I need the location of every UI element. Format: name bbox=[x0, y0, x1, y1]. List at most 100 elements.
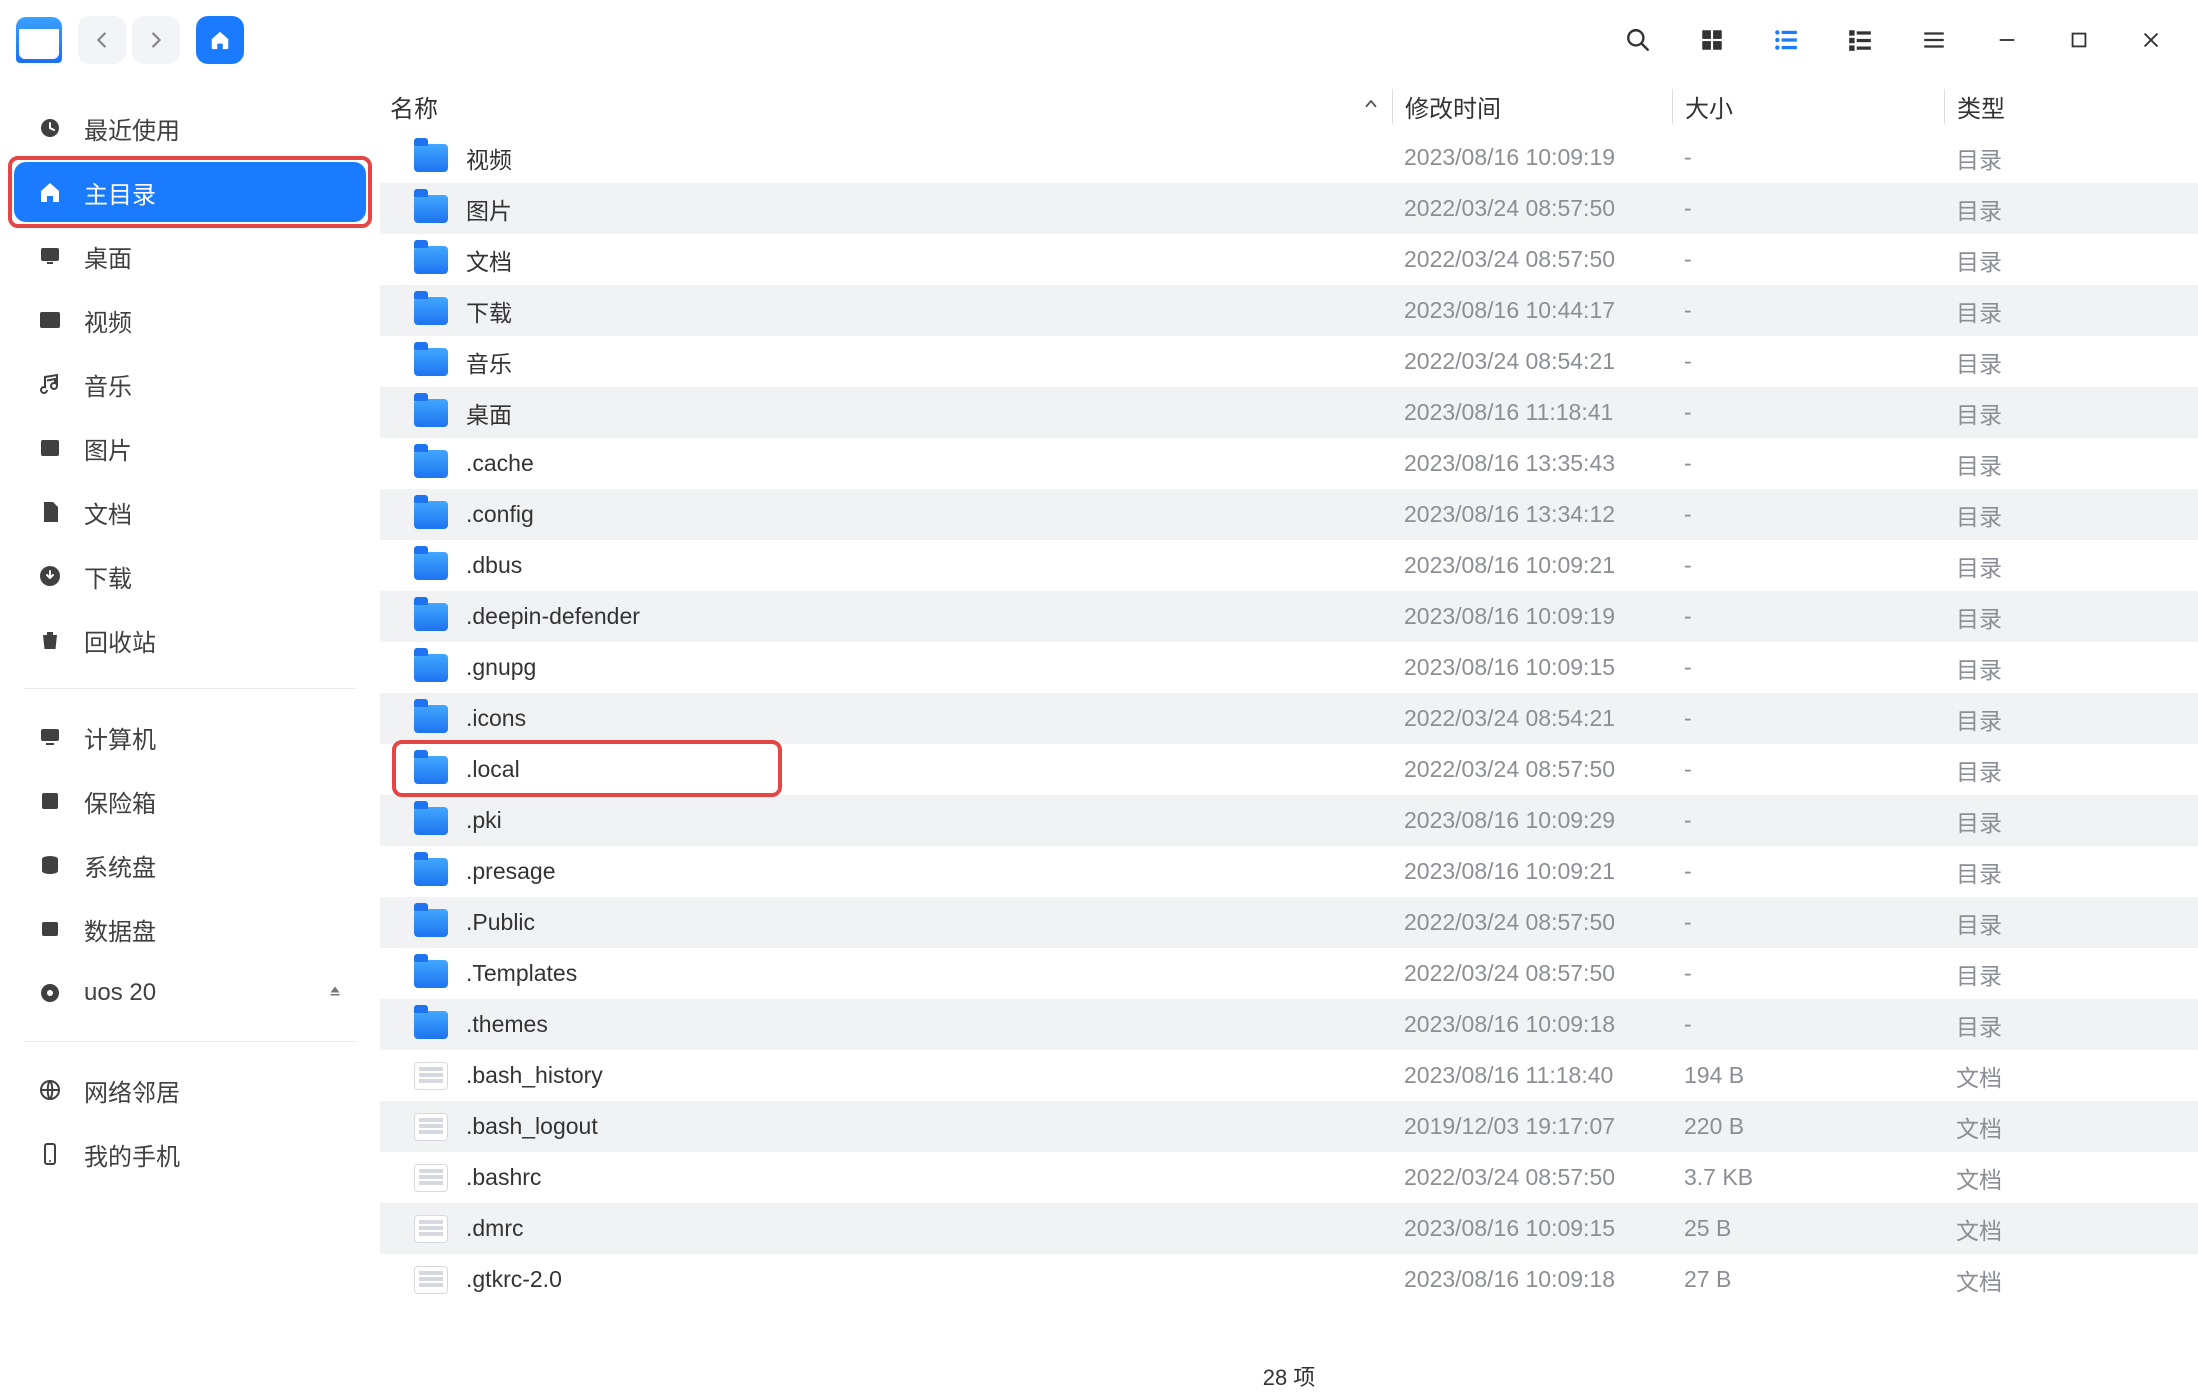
document-icon bbox=[414, 1113, 448, 1141]
sidebar-item[interactable]: 文档 bbox=[14, 482, 366, 542]
sidebar-item[interactable]: 计算机 bbox=[14, 707, 366, 767]
file-row[interactable]: .Public2022/03/24 08:57:50-目录 bbox=[380, 897, 2198, 948]
sidebar-item[interactable]: 视频 bbox=[14, 290, 366, 350]
view-icon-grid-button[interactable] bbox=[1696, 24, 1728, 56]
document-icon bbox=[414, 1266, 448, 1294]
file-row[interactable]: .Templates2022/03/24 08:57:50-目录 bbox=[380, 948, 2198, 999]
view-list-button[interactable] bbox=[1770, 24, 1802, 56]
file-row[interactable]: .dmrc2023/08/16 10:09:1525 B文档 bbox=[380, 1203, 2198, 1254]
file-name: .themes bbox=[466, 1011, 548, 1038]
file-row[interactable]: .bashrc2022/03/24 08:57:503.7 KB文档 bbox=[380, 1152, 2198, 1203]
file-row[interactable]: .pki2023/08/16 10:09:29-目录 bbox=[380, 795, 2198, 846]
sidebar-item[interactable]: 数据盘 bbox=[14, 899, 366, 959]
file-type: 目录 bbox=[1944, 192, 2198, 226]
sidebar-item-icon bbox=[36, 626, 64, 654]
detail-list-icon bbox=[1847, 27, 1873, 53]
file-type: 目录 bbox=[1944, 855, 2198, 889]
file-size: - bbox=[1672, 1011, 1944, 1038]
file-row[interactable]: .presage2023/08/16 10:09:21-目录 bbox=[380, 846, 2198, 897]
column-header-name[interactable]: 名称 bbox=[380, 89, 1392, 124]
file-type: 目录 bbox=[1944, 396, 2198, 430]
file-type: 文档 bbox=[1944, 1059, 2198, 1093]
folder-icon bbox=[414, 246, 448, 274]
sidebar-item[interactable]: 主目录 bbox=[14, 162, 366, 222]
sidebar-item-label: 保险箱 bbox=[84, 784, 156, 819]
file-name: .pki bbox=[466, 807, 502, 834]
file-name: .dbus bbox=[466, 552, 522, 579]
sidebar-item[interactable]: 系统盘 bbox=[14, 835, 366, 895]
file-row[interactable]: .config2023/08/16 13:34:12-目录 bbox=[380, 489, 2198, 540]
sidebar-item-label: 系统盘 bbox=[84, 848, 156, 883]
file-row[interactable]: .local2022/03/24 08:57:50-目录 bbox=[380, 744, 2198, 795]
sidebar-divider bbox=[24, 1041, 356, 1042]
file-row[interactable]: .gtkrc-2.02023/08/16 10:09:1827 B文档 bbox=[380, 1254, 2198, 1305]
window-minimize-button[interactable] bbox=[1992, 25, 2022, 55]
sidebar-item-icon bbox=[36, 370, 64, 398]
home-icon bbox=[209, 29, 231, 51]
chevron-right-icon bbox=[145, 29, 167, 51]
file-row[interactable]: 文档2022/03/24 08:57:50-目录 bbox=[380, 234, 2198, 285]
file-row[interactable]: .dbus2023/08/16 10:09:21-目录 bbox=[380, 540, 2198, 591]
file-size: - bbox=[1672, 501, 1944, 528]
file-row[interactable]: .themes2023/08/16 10:09:18-目录 bbox=[380, 999, 2198, 1050]
sidebar-item[interactable]: 下载 bbox=[14, 546, 366, 606]
file-panel: 名称 修改时间 大小 类型 视频2023/08/16 10:09:19-目录图片… bbox=[380, 80, 2198, 1400]
file-mtime: 2022/03/24 08:57:50 bbox=[1392, 195, 1672, 222]
column-header-type[interactable]: 类型 bbox=[1944, 89, 2198, 124]
file-size: - bbox=[1672, 450, 1944, 477]
file-name: .gnupg bbox=[466, 654, 536, 681]
file-type: 目录 bbox=[1944, 447, 2198, 481]
file-size: - bbox=[1672, 552, 1944, 579]
column-header-size[interactable]: 大小 bbox=[1672, 89, 1944, 124]
sidebar-item[interactable]: 保险箱 bbox=[14, 771, 366, 831]
view-detail-button[interactable] bbox=[1844, 24, 1876, 56]
file-size: - bbox=[1672, 195, 1944, 222]
file-size: - bbox=[1672, 297, 1944, 324]
file-name: 视频 bbox=[466, 141, 512, 175]
file-name: .icons bbox=[466, 705, 526, 732]
file-row[interactable]: .deepin-defender2023/08/16 10:09:19-目录 bbox=[380, 591, 2198, 642]
file-row[interactable]: 桌面2023/08/16 11:18:41-目录 bbox=[380, 387, 2198, 438]
column-header-name-label: 名称 bbox=[390, 89, 438, 124]
sidebar-item[interactable]: 我的手机 bbox=[14, 1124, 366, 1184]
folder-icon bbox=[414, 858, 448, 886]
chevron-left-icon bbox=[91, 29, 113, 51]
column-header-mtime[interactable]: 修改时间 bbox=[1392, 89, 1672, 124]
nav-home-button[interactable] bbox=[196, 16, 244, 64]
file-row[interactable]: 图片2022/03/24 08:57:50-目录 bbox=[380, 183, 2198, 234]
window-maximize-button[interactable] bbox=[2064, 25, 2094, 55]
hamburger-menu-button[interactable] bbox=[1918, 24, 1950, 56]
file-row[interactable]: 视频2023/08/16 10:09:19-目录 bbox=[380, 132, 2198, 183]
file-row[interactable]: .bash_history2023/08/16 11:18:40194 B文档 bbox=[380, 1050, 2198, 1101]
nav-forward-button[interactable] bbox=[132, 16, 180, 64]
sidebar-item[interactable]: 图片 bbox=[14, 418, 366, 478]
file-row[interactable]: .gnupg2023/08/16 10:09:15-目录 bbox=[380, 642, 2198, 693]
file-row[interactable]: 音乐2022/03/24 08:54:21-目录 bbox=[380, 336, 2198, 387]
file-size: - bbox=[1672, 348, 1944, 375]
sidebar-item[interactable]: 音乐 bbox=[14, 354, 366, 414]
sidebar-item[interactable]: uos 20 bbox=[14, 963, 366, 1023]
search-button[interactable] bbox=[1622, 24, 1654, 56]
file-size: - bbox=[1672, 960, 1944, 987]
sidebar: 最近使用主目录桌面视频音乐图片文档下载回收站计算机保险箱系统盘数据盘uos 20… bbox=[0, 80, 380, 1400]
file-type: 文档 bbox=[1944, 1212, 2198, 1246]
sidebar-item[interactable]: 回收站 bbox=[14, 610, 366, 670]
file-row[interactable]: .icons2022/03/24 08:54:21-目录 bbox=[380, 693, 2198, 744]
file-row[interactable]: .bash_logout2019/12/03 19:17:07220 B文档 bbox=[380, 1101, 2198, 1152]
sidebar-item-label: 网络邻居 bbox=[84, 1073, 180, 1108]
file-mtime: 2023/08/16 13:35:43 bbox=[1392, 450, 1672, 477]
file-row[interactable]: 下载2023/08/16 10:44:17-目录 bbox=[380, 285, 2198, 336]
eject-icon[interactable] bbox=[326, 979, 344, 1007]
sidebar-item[interactable]: 最近使用 bbox=[14, 98, 366, 158]
window-close-button[interactable] bbox=[2136, 25, 2166, 55]
sort-asc-icon bbox=[1362, 92, 1380, 120]
sidebar-item-icon bbox=[36, 979, 64, 1007]
file-mtime: 2022/03/24 08:57:50 bbox=[1392, 246, 1672, 273]
folder-icon bbox=[414, 909, 448, 937]
sidebar-item[interactable]: 桌面 bbox=[14, 226, 366, 286]
file-mtime: 2022/03/24 08:54:21 bbox=[1392, 705, 1672, 732]
sidebar-item[interactable]: 网络邻居 bbox=[14, 1060, 366, 1120]
nav-back-button[interactable] bbox=[78, 16, 126, 64]
file-row[interactable]: .cache2023/08/16 13:35:43-目录 bbox=[380, 438, 2198, 489]
sidebar-item-icon bbox=[36, 306, 64, 334]
